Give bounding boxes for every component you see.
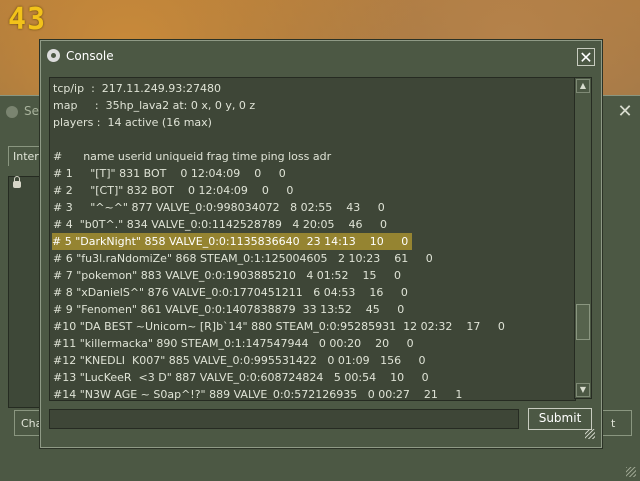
submit-button[interactable]: Submit (528, 408, 592, 430)
console-line: #12 "KNEDLI K007" 885 VALVE_0:0:99553142… (53, 354, 426, 367)
resize-grip-icon[interactable] (626, 467, 636, 477)
console-line-highlighted: # 5 "DarkNight" 858 VALVE_0:0:1135836640… (52, 233, 413, 250)
console-line: # 1 "[T]" 831 BOT 0 12:04:09 0 0 (53, 167, 286, 180)
console-scrollbar[interactable]: ▲ ▼ (574, 77, 592, 399)
lock-icon (13, 176, 21, 188)
scroll-down-icon[interactable]: ▼ (576, 383, 590, 397)
console-window: Console ✕ tcp/ip : 217.11.249.93:27480 ma… (40, 40, 602, 448)
console-line: # 4 "b0T^." 834 VALVE_0:0:1142528789 4 2… (53, 218, 388, 231)
console-line: # name userid uniqueid frag time ping lo… (53, 150, 332, 163)
console-title-text: Console (66, 49, 114, 63)
close-icon[interactable]: ✕ (577, 48, 595, 66)
console-line: # 6 "fu3l.raNdomiZe" 868 STEAM_0:1:12500… (53, 252, 433, 265)
console-title: Console (47, 49, 114, 63)
resize-grip-icon[interactable] (585, 429, 595, 439)
scrollbar-thumb[interactable] (576, 304, 590, 340)
console-line: #11 "killermacka" 890 STEAM_0:1:14754794… (53, 337, 414, 350)
console-line: # 7 "pokemon" 883 VALVE_0:0:1903885210 4… (53, 269, 401, 282)
console-line: #10 "DA BEST ~Unicorn~ [R]b`14" 880 STEA… (53, 320, 505, 333)
server-browser-title: Se (6, 104, 39, 118)
console-line: # 3 "^~^" 877 VALVE_0:0:998034072 8 02:5… (53, 201, 385, 214)
command-input[interactable] (49, 409, 519, 429)
console-line: tcp/ip : 217.11.249.93:27480 (53, 82, 221, 95)
console-line: # 8 "xDanielS^" 876 VALVE_0:0:1770451211… (53, 286, 408, 299)
console-line: #14 "N3W AGE ~ S0ap^!?" 889 VALVE_0:0:57… (53, 388, 463, 401)
console-output[interactable]: tcp/ip : 217.11.249.93:27480 map : 35hp_l… (49, 77, 576, 401)
scroll-up-icon[interactable]: ▲ (576, 79, 590, 93)
hud-counter: 43 (8, 2, 47, 37)
console-line: map : 35hp_lava2 at: 0 x, 0 y, 0 z (53, 99, 256, 112)
steam-icon (6, 105, 18, 118)
server-browser-close-icon[interactable]: ✕ (616, 103, 634, 122)
console-line: #13 "LucKeeR <3 D" 887 VALVE_0:0:6087248… (53, 371, 429, 384)
server-browser-title-text: Se (24, 104, 39, 118)
console-line: # 2 "[CT]" 832 BOT 0 12:04:09 0 0 (53, 184, 294, 197)
console-line: players : 14 active (16 max) (53, 116, 212, 129)
steam-icon (47, 49, 60, 62)
console-line: # 9 "Fenomen" 861 VALVE_0:0:1407838879 3… (53, 303, 405, 316)
